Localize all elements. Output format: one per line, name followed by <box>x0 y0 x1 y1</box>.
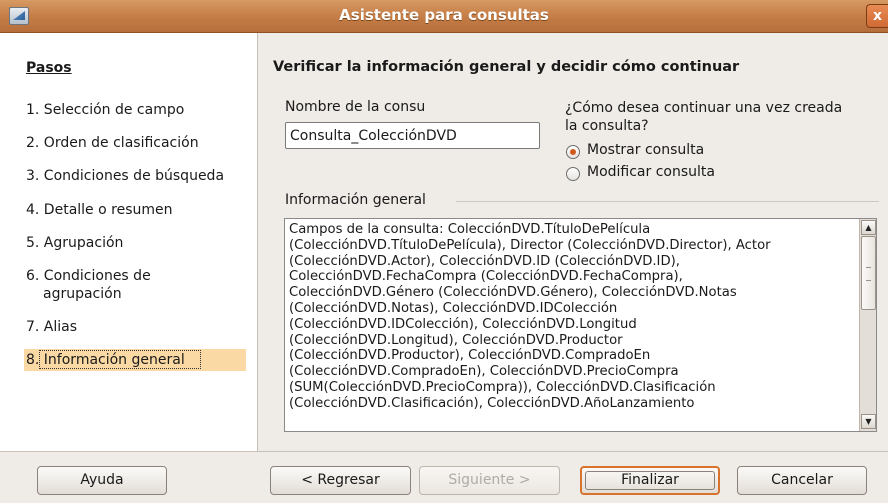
step-search-conditions[interactable]: 3. Condiciones de búsqueda <box>26 167 246 185</box>
continue-question-line2: la consulta? <box>565 118 649 134</box>
scroll-down-icon[interactable]: ▼ <box>861 414 876 429</box>
scrollbar-thumb[interactable] <box>861 236 876 310</box>
option-modify-query[interactable]: Modificar consulta <box>587 164 715 180</box>
next-button-label: Siguiente > <box>448 472 531 488</box>
query-name-label: Nombre de la consu <box>285 99 426 115</box>
cancel-button-label: Cancelar <box>771 472 833 488</box>
option-show-query[interactable]: Mostrar consulta <box>587 142 704 158</box>
continue-question: ¿Cómo desea continuar una vez creada la … <box>565 99 842 135</box>
vertical-scrollbar[interactable]: ▲ ▼ <box>859 219 876 431</box>
close-icon[interactable]: x <box>866 4 888 28</box>
step-overview[interactable]: 8. Información general <box>24 349 246 371</box>
group-divider <box>456 201 879 202</box>
page-heading: Verificar la información general y decid… <box>273 59 740 75</box>
step-grouping-conditions-line2: agrupación <box>43 286 122 302</box>
overview-label: Información general <box>285 192 426 208</box>
step-detail-summary[interactable]: 4. Detalle o resumen <box>26 201 246 219</box>
help-button-label: Ayuda <box>80 472 124 488</box>
scroll-up-icon[interactable]: ▲ <box>861 220 876 235</box>
back-button[interactable]: < Regresar <box>270 466 411 495</box>
finish-button[interactable]: Finalizar <box>580 466 720 495</box>
radio-unselected-icon[interactable] <box>566 167 580 181</box>
back-button-label: < Regresar <box>301 472 380 488</box>
content-pane: Verificar la información general y decid… <box>259 33 888 451</box>
title-bar[interactable]: Asistente para consultas x <box>0 0 888 33</box>
cancel-button[interactable]: Cancelar <box>737 466 867 495</box>
radio-selected-icon[interactable] <box>566 145 580 159</box>
step-grouping[interactable]: 5. Agrupación <box>26 234 246 252</box>
finish-focus-ring <box>585 471 715 490</box>
step-overview-label: 8. Información general <box>26 352 185 368</box>
step-sort-order[interactable]: 2. Orden de clasificación <box>26 134 246 152</box>
window-title: Asistente para consultas <box>339 6 549 24</box>
query-name-input[interactable] <box>285 122 540 149</box>
step-grouping-conditions-line1: 6. Condiciones de <box>26 268 151 284</box>
steps-pane: Pasos 1. Selección de campo 2. Orden de … <box>0 33 258 451</box>
next-button[interactable]: Siguiente > <box>419 466 560 495</box>
overview-textbox[interactable]: Campos de la consulta: ColecciónDVD.Títu… <box>284 218 877 432</box>
steps-heading: Pasos <box>26 60 72 76</box>
help-button[interactable]: Ayuda <box>37 466 167 495</box>
continue-question-line1: ¿Cómo desea continuar una vez creada <box>565 100 843 116</box>
button-bar: Ayuda < Regresar Siguiente > Finalizar C… <box>0 451 888 503</box>
step-grouping-conditions[interactable]: 6. Condiciones de agrupación <box>26 267 246 303</box>
step-field-selection[interactable]: 1. Selección de campo <box>26 101 246 119</box>
step-aliases[interactable]: 7. Alias <box>26 318 246 336</box>
overview-text: Campos de la consulta: ColecciónDVD.Títu… <box>289 222 771 411</box>
